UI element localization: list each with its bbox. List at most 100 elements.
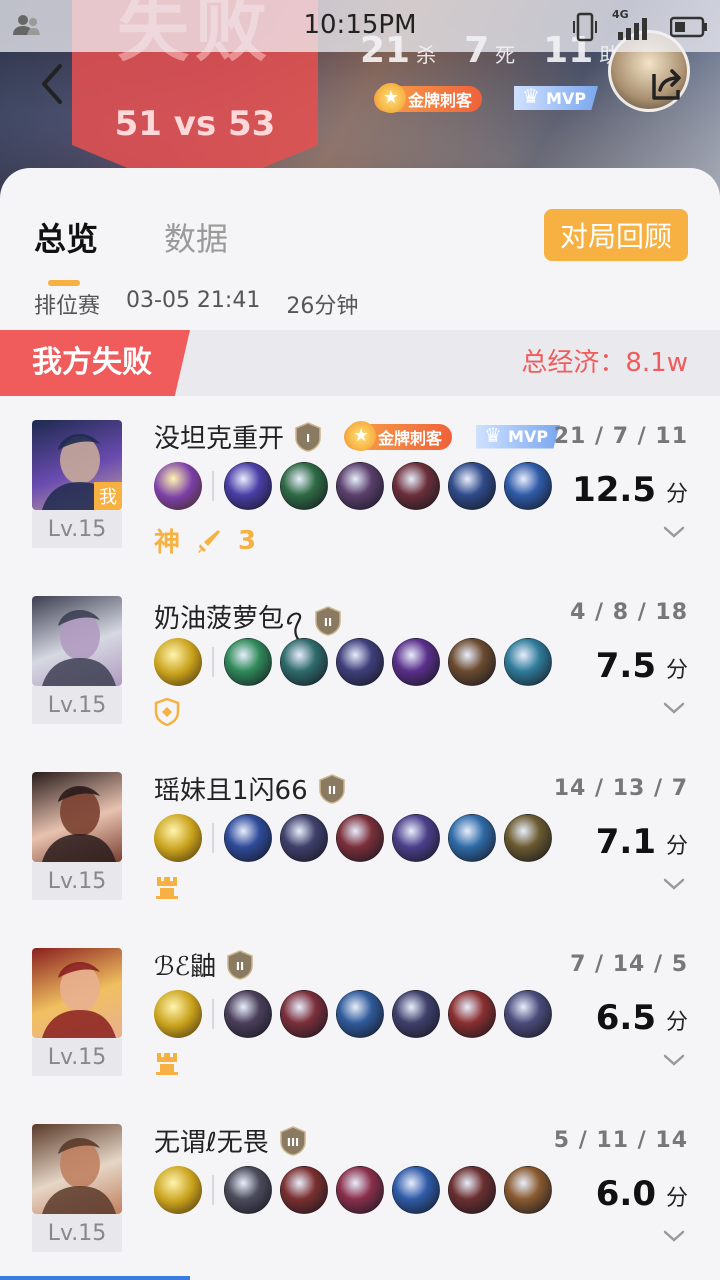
equipment-icon[interactable] [504, 462, 552, 510]
equipment-icon[interactable] [224, 638, 272, 686]
player-row[interactable]: Lv.15 瑶妹且1闪66 II 14 / 13 / 7 7.1 分 [0, 748, 720, 924]
player-name: 没坦克重开 [154, 424, 285, 454]
equipment-icon[interactable] [336, 1166, 384, 1214]
player-score: 7.1 分 [596, 822, 688, 862]
equipment-icon[interactable] [504, 638, 552, 686]
score-value: 7.1 [595, 822, 656, 862]
shield-icon [154, 698, 180, 726]
equipment-icon[interactable] [224, 814, 272, 862]
summoner-spell-icon[interactable] [154, 1166, 202, 1214]
achievement-icons [154, 874, 180, 900]
hero-portrait[interactable] [32, 948, 122, 1038]
player-name: ℬℰ鼬 [154, 952, 217, 982]
player-name-line: 无谓ℓ无畏 III [154, 1122, 307, 1159]
score-value: 7.5 [595, 646, 656, 686]
rank-numeral: I [306, 432, 310, 445]
equipment-icon[interactable] [392, 990, 440, 1038]
player-level: Lv.15 [32, 1038, 122, 1076]
equipment-icon[interactable] [504, 1166, 552, 1214]
rank-numeral: III [287, 1136, 299, 1149]
summoner-spell-icon[interactable] [154, 990, 202, 1038]
team-economy: 总经济：8.1w [521, 330, 688, 396]
equipment-icon[interactable] [280, 990, 328, 1038]
equipment-icon[interactable] [448, 462, 496, 510]
chevron-down-icon[interactable] [662, 524, 686, 540]
overview-card: 总览 数据 对局回顾 排位赛 03-05 21:41 26分钟 我方失败 总经济… [0, 168, 720, 1280]
player-score: 6.5 分 [596, 998, 688, 1038]
chevron-down-icon[interactable] [662, 876, 686, 892]
tab-overview[interactable]: 总览 [34, 214, 98, 286]
equipment-icon[interactable] [224, 1166, 272, 1214]
mvp-badge: MVP [514, 86, 599, 110]
player-row[interactable]: Lv.15 ℬℰ鼬 II 7 / 14 / 5 6.5 分 [0, 924, 720, 1100]
equipment-icon[interactable] [280, 1166, 328, 1214]
player-kda: 7 / 14 / 5 [570, 952, 688, 977]
vibrate-icon [573, 12, 597, 42]
player-row[interactable]: 我 Lv.15 没坦克重开 I 金牌刺客MVP 神3 21 / 7 / 11 1… [0, 396, 720, 572]
equipment-icon[interactable] [336, 814, 384, 862]
gold-assassin-tag: 金牌刺客 [344, 420, 453, 451]
economy-label: 总经济： [521, 348, 626, 378]
match-duration: 26分钟 [286, 294, 359, 319]
item-build [154, 990, 560, 1038]
back-button[interactable] [34, 60, 70, 108]
equipment-icon[interactable] [392, 638, 440, 686]
match-review-button[interactable]: 对局回顾 [544, 209, 688, 261]
equipment-icon[interactable] [448, 990, 496, 1038]
hero-silhouette-icon [42, 609, 116, 686]
player-level: Lv.15 [32, 510, 122, 548]
equipment-icon[interactable] [504, 814, 552, 862]
equipment-icon[interactable] [336, 638, 384, 686]
signal-icon: 4G [612, 8, 656, 42]
hero-portrait[interactable] [32, 772, 122, 862]
equipment-icon[interactable] [224, 990, 272, 1038]
chevron-down-icon[interactable] [662, 1052, 686, 1068]
chevron-down-icon[interactable] [662, 700, 686, 716]
divider [212, 823, 214, 853]
team-score: 51 vs 53 [114, 104, 276, 144]
equipment-icon[interactable] [280, 462, 328, 510]
share-icon[interactable] [646, 64, 686, 104]
hero-silhouette-icon [42, 785, 116, 862]
summoner-spell-icon[interactable] [154, 462, 202, 510]
equipment-icon[interactable] [448, 1166, 496, 1214]
scroll-indicator [0, 1276, 190, 1280]
score-unit: 分 [665, 658, 688, 683]
achievement-label: 3 [238, 525, 257, 556]
banner-badges: 金牌刺客 MVP [362, 83, 599, 113]
achievement-icons [154, 1050, 180, 1076]
rank-numeral: II [236, 960, 244, 973]
divider [212, 1175, 214, 1205]
player-row[interactable]: Lv.15 奶油菠萝包ꪖ II 4 / 8 / 18 7.5 分 [0, 572, 720, 748]
equipment-icon[interactable] [504, 990, 552, 1038]
equipment-icon[interactable] [392, 462, 440, 510]
equipment-icon[interactable] [336, 990, 384, 1038]
equipment-icon[interactable] [392, 814, 440, 862]
hero-portrait[interactable] [32, 1124, 122, 1214]
equipment-icon[interactable] [392, 1166, 440, 1214]
equipment-icon[interactable] [280, 814, 328, 862]
equipment-icon[interactable] [448, 814, 496, 862]
achievement-label: 神 [154, 528, 181, 558]
equipment-icon[interactable] [224, 462, 272, 510]
me-tag: 我 [94, 482, 122, 510]
summoner-spell-icon[interactable] [154, 814, 202, 862]
item-build [154, 462, 560, 510]
player-kda: 5 / 11 / 14 [553, 1128, 688, 1153]
chevron-down-icon[interactable] [662, 1228, 686, 1244]
equipment-icon[interactable] [280, 638, 328, 686]
match-mode: 排位赛 [34, 294, 101, 319]
rank-badge-icon: II [315, 606, 341, 636]
tab-data[interactable]: 数据 [164, 214, 228, 260]
player-name: 瑶妹且1闪66 [154, 776, 308, 806]
hero-portrait[interactable]: 我 [32, 420, 122, 510]
item-build [154, 1166, 560, 1214]
hero-portrait[interactable] [32, 596, 122, 686]
tower-icon [156, 1053, 178, 1075]
summoner-spell-icon[interactable] [154, 638, 202, 686]
player-row[interactable]: Lv.15 无谓ℓ无畏 III 5 / 11 / 14 6.0 分 [0, 1100, 720, 1276]
equipment-icon[interactable] [336, 462, 384, 510]
score-value: 12.5 [572, 470, 656, 510]
item-build [154, 814, 560, 862]
equipment-icon[interactable] [448, 638, 496, 686]
